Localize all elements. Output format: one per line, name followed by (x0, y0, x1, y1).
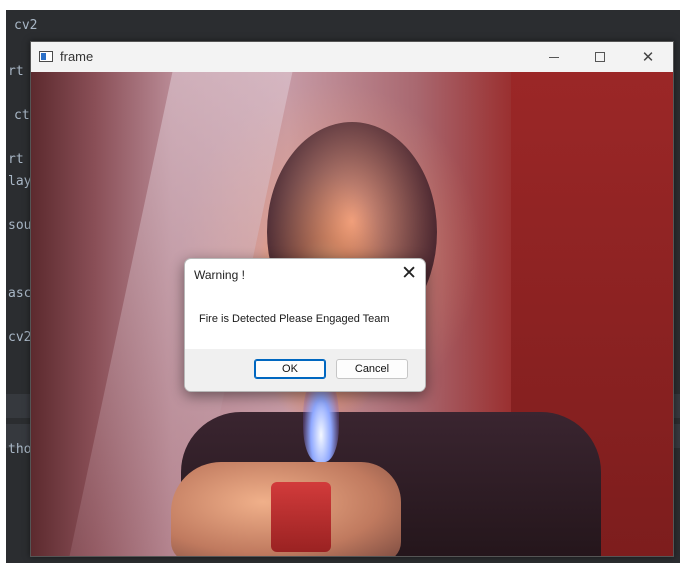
ide-code-line: asc (8, 286, 32, 301)
ide-code-line: rt (8, 64, 24, 79)
ok-button[interactable]: OK (254, 359, 326, 379)
ide-code-line: cv2 (8, 330, 32, 345)
ide-code-line: cv2 (14, 18, 38, 33)
minimize-icon (549, 56, 559, 58)
lighter (271, 482, 331, 552)
window-titlebar[interactable]: frame ✕ (31, 42, 673, 72)
dialog-title: Warning ! (194, 268, 245, 282)
ide-code-line: sou (8, 218, 32, 233)
dialog-close-icon[interactable]: ✕ (401, 262, 417, 286)
ide-code-line: lay (8, 174, 32, 189)
dialog-footer: OK Cancel (185, 349, 425, 391)
app-window-icon (39, 51, 53, 62)
maximize-icon (595, 52, 605, 62)
cancel-button[interactable]: Cancel (336, 359, 408, 379)
close-icon: ✕ (641, 49, 655, 66)
minimize-button[interactable] (531, 42, 577, 72)
ide-code-line: rt (8, 152, 24, 167)
window-title: frame (60, 49, 94, 64)
close-button[interactable]: ✕ (625, 42, 671, 72)
warning-dialog: Warning ! ✕ Fire is Detected Please Enga… (184, 258, 426, 392)
dialog-message: Fire is Detected Please Engaged Team (199, 313, 390, 325)
ide-code-line: ct (14, 108, 30, 123)
dialog-body: Fire is Detected Please Engaged Team (185, 289, 425, 349)
maximize-button[interactable] (577, 42, 623, 72)
